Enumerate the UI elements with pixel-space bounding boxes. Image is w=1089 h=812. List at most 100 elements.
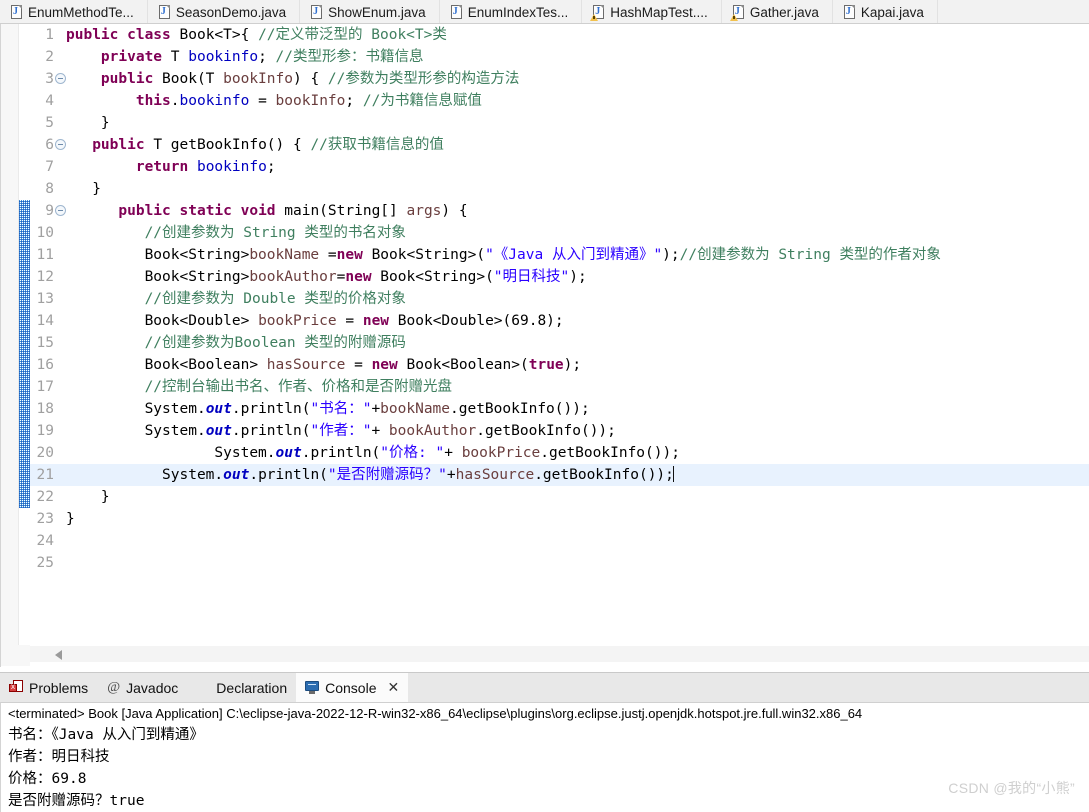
code-token-plain: ; — [258, 49, 276, 65]
code-token-plain: .println( — [231, 401, 311, 417]
code-token-kw: public — [100, 71, 163, 87]
editor-tab-3[interactable]: J EnumIndexTes... — [439, 0, 583, 23]
code-token-cmt: //创建参数为Boolean 类型的附赠源码 — [144, 335, 406, 351]
editor-tab-label: EnumIndexTes... — [467, 4, 569, 20]
console-output: 书名：《Java 从入门到精通》 作者：明日科技 价格：69.8 是否附赠源码？tru… — [1, 724, 1089, 812]
scroll-left-arrow-icon[interactable] — [55, 650, 62, 660]
code-line[interactable]: 3 public Book(T bookInfo) { //参数为类型形参的构造… — [30, 68, 1089, 90]
code-line[interactable]: 4 this.bookinfo = bookInfo; //为书籍信息赋值 — [30, 90, 1089, 112]
code-line[interactable]: 23} — [30, 508, 1089, 530]
code-token-stat: out — [223, 467, 250, 483]
code-line[interactable]: 20 System.out.println("价格: "+ bookPrice.… — [30, 442, 1089, 464]
code-token-plain: main(String[] — [284, 203, 407, 219]
editor-tab-2[interactable]: J ShowEnum.java — [300, 0, 440, 23]
code-token-plain: Book<String> — [66, 269, 250, 285]
code-text-area[interactable]: 1 public class Book<T>{ //定义带泛型的 Book<T>类… — [30, 24, 1089, 645]
editor-gutter — [1, 24, 19, 645]
code-token-plain: .getBookInfo()); — [540, 445, 680, 461]
code-token-plain: = — [249, 93, 276, 109]
code-line[interactable]: 14 Book<Double> bookPrice = new Book<Dou… — [30, 310, 1089, 332]
code-line[interactable]: 24 — [30, 530, 1089, 552]
code-line[interactable]: 8 } — [30, 178, 1089, 200]
code-token-kw: new — [371, 357, 398, 373]
editor-tab-5[interactable]: J Gather.java — [721, 0, 833, 23]
code-line[interactable]: 11 Book<String>bookName =new Book<String… — [30, 244, 1089, 266]
code-token-plain: .println( — [301, 445, 381, 461]
code-token-str: "《Java 从入门到精通》" — [485, 247, 663, 263]
code-line[interactable]: 2 private T bookinfo; //类型形参：书籍信息 — [30, 46, 1089, 68]
code-token-plain: Book<Double> — [66, 313, 259, 329]
code-token-plain: + — [371, 423, 389, 439]
view-tab-problems[interactable]: Problems — [0, 673, 97, 702]
code-token-kw: new — [345, 269, 372, 285]
view-tab-javadoc[interactable]: @ Javadoc — [97, 673, 187, 702]
code-line[interactable]: 7 return bookinfo; — [30, 156, 1089, 178]
code-token-loc: bookName — [380, 401, 451, 417]
code-line[interactable]: 16 Book<Boolean> hasSource = new Book<Bo… — [30, 354, 1089, 376]
view-tab-label: Declaration — [216, 679, 288, 696]
code-token-loc: bookName — [249, 247, 320, 263]
code-token-plain: .println( — [249, 467, 328, 483]
code-token-plain: System. — [66, 445, 276, 461]
code-token-loc: bookPrice — [461, 445, 541, 461]
code-line[interactable]: 18 System.out.println("书名："+bookName.get… — [30, 398, 1089, 420]
editor-tab-label: SeasonDemo.java — [175, 4, 287, 20]
console-output-line: 书名：《Java 从入门到精通》 — [8, 727, 204, 743]
code-token-loc: hasSource — [266, 357, 346, 373]
editor-tab-4[interactable]: J HashMapTest.... — [582, 0, 722, 23]
code-line[interactable]: 22 } — [30, 486, 1089, 508]
fold-collapse-icon[interactable] — [55, 205, 66, 216]
code-line[interactable]: 12 Book<String>bookAuthor=new Book<Strin… — [30, 266, 1089, 288]
code-line[interactable]: 6 public T getBookInfo() { //获取书籍信息的值 — [30, 134, 1089, 156]
code-token-cmt: //类型形参：书籍信息 — [275, 49, 424, 65]
code-line[interactable]: 13 //创建参数为 Double 类型的价格对象 — [30, 288, 1089, 310]
fold-collapse-icon[interactable] — [55, 139, 66, 150]
line-number: 1 — [45, 27, 54, 43]
view-tab-label: Problems — [29, 679, 89, 696]
code-editor[interactable]: 1 public class Book<T>{ //定义带泛型的 Book<T>类… — [0, 24, 1089, 645]
line-number: 2 — [45, 49, 54, 65]
line-number: 8 — [45, 181, 54, 197]
editor-tab-1[interactable]: J SeasonDemo.java — [147, 0, 301, 23]
editor-horizontal-scrollbar[interactable] — [0, 645, 1089, 667]
view-tab-console[interactable]: Console ✕ — [296, 673, 409, 702]
code-line[interactable]: 10 //创建参数为 String 类型的书名对象 — [30, 222, 1089, 244]
editor-tab-label: Kapai.java — [860, 4, 924, 20]
code-line[interactable]: 9 public static void main(String[] args)… — [30, 200, 1089, 222]
view-tab-declaration[interactable]: Declaration — [187, 673, 296, 702]
scrollbar-track[interactable] — [30, 646, 1089, 662]
line-number: 17 — [36, 379, 54, 395]
close-icon[interactable]: ✕ — [388, 679, 400, 696]
code-line[interactable]: 21 System.out.println("是否附赠源码？"+hasSourc… — [30, 464, 1089, 486]
code-token-cmt: //获取书籍信息的值 — [310, 137, 444, 153]
code-token-plain: } — [66, 181, 101, 197]
code-line[interactable]: 25 — [30, 552, 1089, 574]
code-token-plain: ) { — [292, 71, 328, 87]
console-panel[interactable]: <terminated> Book [Java Application] C:\… — [0, 702, 1089, 812]
code-token-plain: } — [66, 511, 75, 527]
code-line[interactable]: 17 //控制台输出书名、作者、价格和是否附赠光盘 — [30, 376, 1089, 398]
code-token-plain: ) { — [441, 203, 468, 219]
code-line[interactable]: 15 //创建参数为Boolean 类型的附赠源码 — [30, 332, 1089, 354]
code-token-kw: public — [92, 137, 154, 153]
code-token-str: "是否附赠源码？" — [327, 467, 447, 483]
editor-tab-0[interactable]: J EnumMethodTe... — [0, 0, 148, 23]
line-number: 10 — [36, 225, 54, 241]
code-line[interactable]: 1 public class Book<T>{ //定义带泛型的 Book<T>类 — [30, 24, 1089, 46]
console-output-line: 价格：69.8 — [8, 771, 87, 787]
code-token-cmt: //创建参数为 String 类型的作者对象 — [679, 247, 941, 263]
editor-tab-label: ShowEnum.java — [328, 4, 426, 20]
code-token-str: "价格: " — [380, 445, 445, 461]
editor-tab-6[interactable]: J Kapai.java — [832, 0, 938, 23]
fold-collapse-icon[interactable] — [55, 73, 66, 84]
line-number: 4 — [45, 93, 54, 109]
line-number: 22 — [36, 489, 54, 505]
code-token-plain: Book<Boolean> — [66, 357, 267, 373]
code-line[interactable]: 19 System.out.println("作者："+ bookAuthor.… — [30, 420, 1089, 442]
code-line[interactable]: 5 } — [30, 112, 1089, 134]
